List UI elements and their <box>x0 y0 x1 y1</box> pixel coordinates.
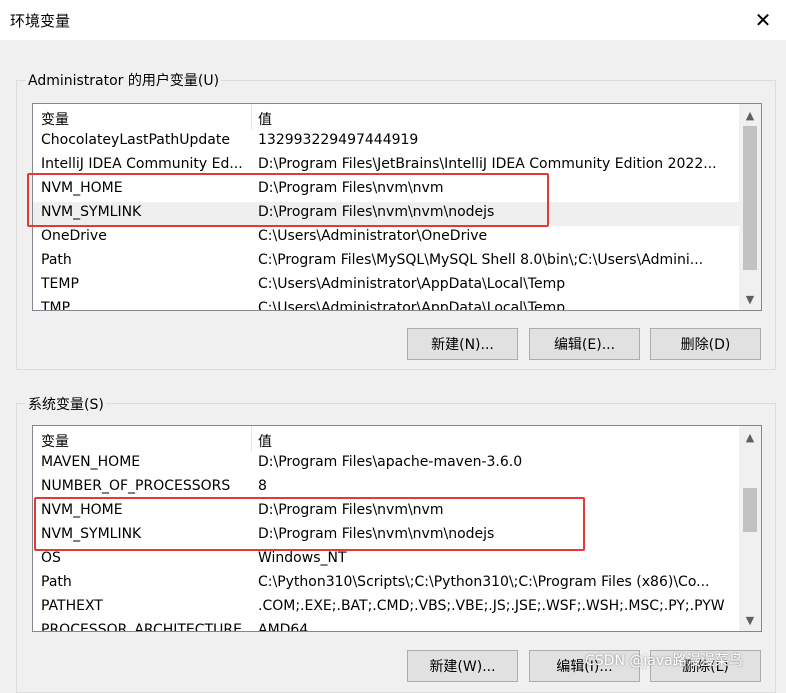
variable-value: AMD64 <box>258 622 309 632</box>
system-new-button[interactable]: 新建(W)... <box>407 650 518 682</box>
variable-name: ChocolateyLastPathUpdate <box>41 132 230 148</box>
column-header-value[interactable]: 值 <box>258 431 272 451</box>
variable-value: C:\Program Files\MySQL\MySQL Shell 8.0\b… <box>258 252 704 268</box>
variable-value: .COM;.EXE;.BAT;.CMD;.VBS;.VBE;.JS;.JSE;.… <box>258 598 725 614</box>
user-new-button[interactable]: 新建(N)... <box>407 328 518 360</box>
table-row[interactable]: TEMP C:\Users\Administrator\AppData\Local… <box>33 274 739 298</box>
column-divider[interactable] <box>251 426 252 452</box>
user-vars-scrollbar[interactable]: ▲ ▼ <box>739 104 761 310</box>
scroll-thumb[interactable] <box>743 488 757 532</box>
scroll-up-icon[interactable]: ▲ <box>739 426 761 448</box>
user-delete-button[interactable]: 删除(D) <box>650 328 761 360</box>
column-divider[interactable] <box>251 104 252 130</box>
variable-name: IntelliJ IDEA Community Ed... <box>41 156 243 172</box>
variable-name: PATHEXT <box>41 598 103 614</box>
list-header: 变量 值 <box>33 426 739 452</box>
variable-value: C:\Users\Administrator\OneDrive <box>258 228 488 244</box>
variable-name: MAVEN_HOME <box>41 454 141 470</box>
scroll-thumb[interactable] <box>743 126 757 270</box>
variable-name: TMP <box>41 300 71 311</box>
variable-value: D:\Program Files\JetBrains\IntelliJ IDEA… <box>258 156 717 172</box>
variable-value: 132993229497444919 <box>258 132 419 148</box>
table-row[interactable]: OS Windows_NT <box>33 548 739 572</box>
variable-name: PROCESSOR_ARCHITECTURE <box>41 622 242 632</box>
variable-name: NUMBER_OF_PROCESSORS <box>41 478 231 494</box>
table-row[interactable]: Path C:\Python310\Scripts\;C:\Python310\;… <box>33 572 739 596</box>
variable-name: TEMP <box>41 276 79 292</box>
highlight-box-user <box>27 173 549 227</box>
table-row[interactable]: TMP C:\Users\Administrator\AppData\Local\… <box>33 298 739 311</box>
window-title: 环境变量 <box>10 12 71 30</box>
variable-value: C:\Python310\Scripts\;C:\Python310\;C:\P… <box>258 574 710 590</box>
system-vars-label: 系统变量(S) <box>26 394 106 414</box>
variable-name: Path <box>41 252 72 268</box>
variable-value: 8 <box>258 478 267 494</box>
variable-value: Windows_NT <box>258 550 347 566</box>
scroll-down-icon[interactable]: ▼ <box>739 288 761 310</box>
scroll-up-icon[interactable]: ▲ <box>739 104 761 126</box>
table-row[interactable]: PROCESSOR_ARCHITECTURE AMD64 <box>33 620 739 632</box>
variable-value: C:\Users\Administrator\AppData\Local\Tem… <box>258 300 566 311</box>
table-row[interactable]: MAVEN_HOME D:\Program Files\apache-maven-… <box>33 452 739 476</box>
variable-value: D:\Program Files\apache-maven-3.6.0 <box>258 454 523 470</box>
list-header: 变量 值 <box>33 104 739 130</box>
variable-name: OS <box>41 550 61 566</box>
highlight-box-system <box>34 497 585 551</box>
variable-value: C:\Users\Administrator\AppData\Local\Tem… <box>258 276 566 292</box>
column-header-variable[interactable]: 变量 <box>41 431 69 451</box>
variable-name: Path <box>41 574 72 590</box>
title-bar: 环境变量 ✕ <box>0 0 786 40</box>
user-edit-button[interactable]: 编辑(E)... <box>529 328 640 360</box>
scroll-down-icon[interactable]: ▼ <box>739 609 761 631</box>
table-row[interactable]: PATHEXT .COM;.EXE;.BAT;.CMD;.VBS;.VBE;.JS… <box>33 596 739 620</box>
close-icon[interactable]: ✕ <box>740 0 786 40</box>
table-row[interactable]: ChocolateyLastPathUpdate 1329932294974449… <box>33 130 739 154</box>
table-row[interactable]: Path C:\Program Files\MySQL\MySQL Shell 8… <box>33 250 739 274</box>
column-header-value[interactable]: 值 <box>258 109 272 129</box>
column-header-variable[interactable]: 变量 <box>41 109 69 129</box>
table-row[interactable]: OneDrive C:\Users\Administrator\OneDrive <box>33 226 739 250</box>
user-vars-label: Administrator 的用户变量(U) <box>26 70 222 90</box>
watermark-text: CSDN @java路漫漫菜鸟 <box>585 653 743 669</box>
system-vars-scrollbar[interactable]: ▲ ▼ <box>739 426 761 631</box>
variable-name: OneDrive <box>41 228 107 244</box>
